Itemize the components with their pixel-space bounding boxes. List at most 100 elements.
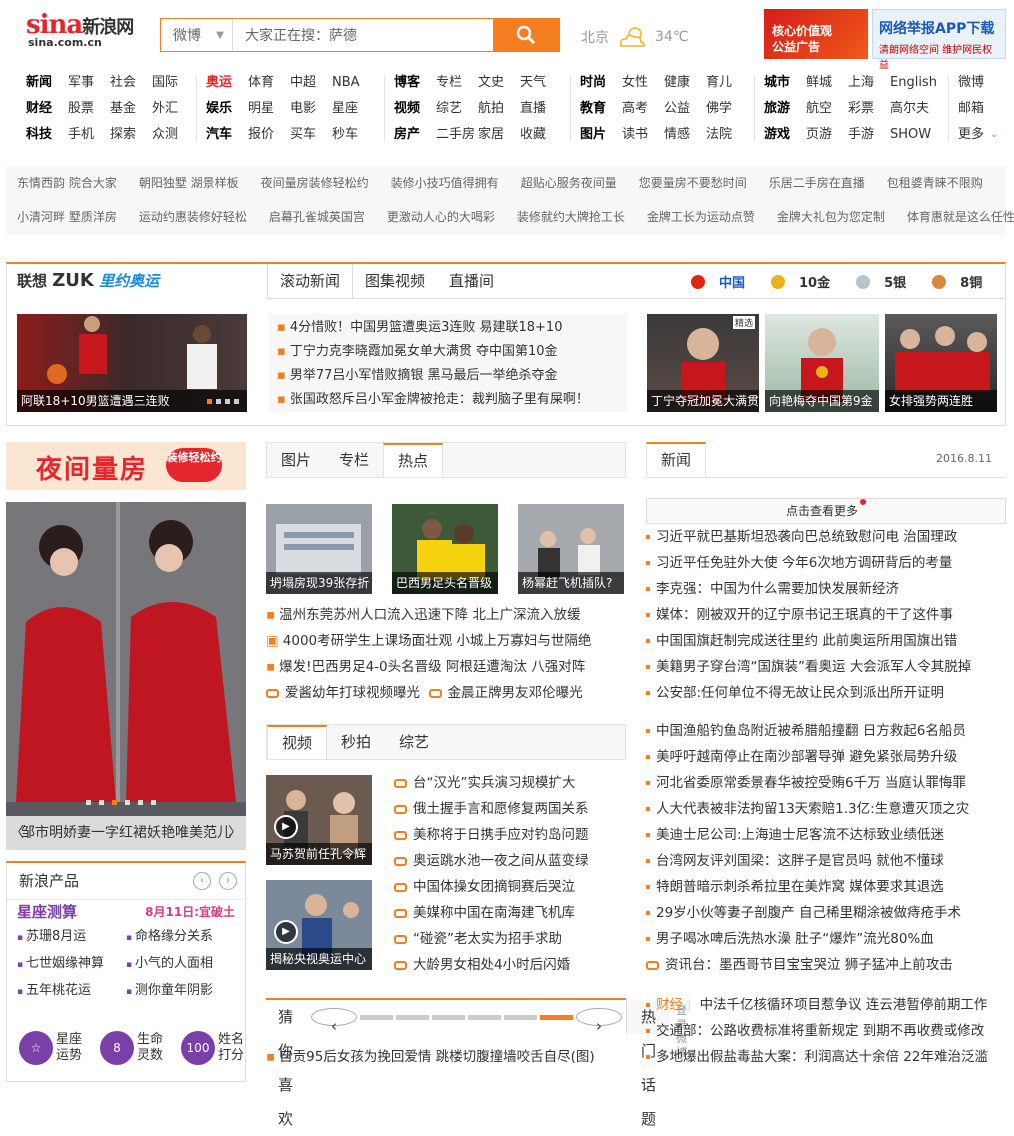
nav-link[interactable]: 天气 [520, 72, 562, 98]
nav-link[interactable]: 城市 [764, 72, 806, 98]
nav-link[interactable]: 外汇 [152, 98, 194, 124]
nav-link[interactable]: 健康 [664, 72, 706, 98]
nav-link[interactable]: 买车 [290, 124, 332, 150]
nav-link[interactable]: 高尔夫 [890, 98, 946, 124]
nav-link[interactable]: 视频 [394, 98, 436, 124]
nav-link[interactable]: 新闻 [26, 72, 68, 98]
tab-news[interactable]: 新闻 [646, 442, 707, 477]
nav-link[interactable]: 手游 [848, 124, 890, 150]
list-item[interactable]: 媒体：刚被双开的辽宁原书记王珉真的干了这件事 [646, 602, 1006, 628]
next-circle-icon[interactable]: › [219, 872, 237, 890]
sina-logo[interactable]: sina新浪网 sina.com.cn [26, 10, 146, 60]
list-item[interactable]: ▪ 自贡95后女孩为挽回爱情 跳楼切腹撞墙咬舌自尽(图) [266, 1044, 626, 1070]
view-more-button[interactable]: 点击查看更多 [646, 498, 1006, 524]
list-item[interactable]: 中国国旗赶制完成送往里约 此前奥运所用国旗出错 [646, 628, 1006, 654]
promo-link[interactable]: 装修就约大牌抢工长 [517, 200, 625, 234]
list-item[interactable]: 交通部：公路收费标准将重新规定 到期不再收费或修改 [646, 1018, 1006, 1044]
list-item[interactable]: ▪ 丁宁力克李晓霞加冕女单大满贯 夺中国第10金 [277, 340, 619, 364]
nav-link[interactable]: 公益 [664, 98, 706, 124]
product-life-number[interactable]: 8 生命灵数 [100, 1031, 167, 1065]
promo-link[interactable]: 更激动人心的大喝彩 [387, 200, 495, 234]
featured-caption[interactable]: 邹市明娇妻一字红裙妖艳唯美范儿 [21, 825, 231, 841]
list-item[interactable]: 男子喝冰啤后洗热水澡 肚子“爆炸”流光80%血 [646, 926, 1006, 952]
promo-link[interactable]: 包租婆青睐不限购 [887, 166, 983, 200]
list-item[interactable]: 资讯台：墨西哥节目宝宝哭泣 狮子猛冲上前攻击 [646, 952, 1006, 978]
finance-tag[interactable]: 财经 [656, 997, 683, 1013]
list-item[interactable]: ▪ 男举77吕小军惜败摘银 黑马最后一举绝杀夺金 [277, 364, 619, 388]
video-thumb-1[interactable]: ▶ 马苏贺前任孔令辉 [266, 775, 372, 865]
promo-link[interactable]: 夜间量房装修轻松约 [261, 166, 369, 200]
tab-hot[interactable]: 热点 [383, 443, 444, 477]
list-item[interactable]: 习近平就巴基斯坦恐袭向巴总统致慰问电 治国理政 [646, 524, 1006, 550]
video-list-item[interactable]: “碰瓷”老太实为招手求助 [394, 926, 626, 952]
nav-link[interactable]: 页游 [806, 124, 848, 150]
nav-link[interactable]: 彩票 [848, 98, 890, 124]
nav-link[interactable]: 航空 [806, 98, 848, 124]
nav-link[interactable]: 文史 [478, 72, 520, 98]
list-item[interactable]: ▪ 爆发!巴西男足4-0头名晋级 阿根廷遭淘汰 八强对阵 [266, 654, 626, 680]
promo-link[interactable]: 体育惠就是这么任性 [907, 200, 1014, 234]
olympic-main-photo[interactable]: 阿联18+10男篮遭遇三连败 [17, 314, 247, 412]
promo-link[interactable]: 金牌工长为运动点赞 [647, 200, 755, 234]
list-item[interactable]: 台湾网友评刘国梁：这胖子是官员吗 就他不懂球 [646, 848, 1006, 874]
search-input[interactable]: 大家正在搜：萨德 [233, 25, 493, 45]
nav-link[interactable]: 二手房 [436, 124, 478, 150]
tab-guess-like[interactable]: 猜你喜欢 [266, 1000, 307, 1128]
list-item[interactable]: 习近平任免驻外大使 今年6次地方调研背后的考量 [646, 550, 1006, 576]
nav-link[interactable]: 上海 [848, 72, 890, 98]
video-thumb-2[interactable]: ▶ 揭秘央视奥运中心 [266, 880, 372, 970]
list-item[interactable]: 美籍男子穿台湾“国旗装”看奥运 大会派军人令其脱掉 [646, 654, 1006, 680]
weather-widget[interactable]: 北京 34℃ [581, 26, 689, 48]
nav-link[interactable]: 邮箱 [958, 98, 1008, 124]
video-list-item[interactable]: 奥运跳水池一夜之间从蓝变绿 [394, 848, 626, 874]
horoscope-link[interactable]: 苏珊8月运 [17, 924, 126, 951]
list-item[interactable]: 中国渔船钓鱼岛附近被希腊船撞翻 日方救起6名船员 [646, 718, 1006, 744]
nav-link[interactable]: 军事 [68, 72, 110, 98]
video-list-item[interactable]: 美称将于日携手应对钓岛问题 [394, 822, 626, 848]
nav-link[interactable]: 股票 [68, 98, 110, 124]
hot-thumb-2[interactable]: 巴西男足头名晋级 [392, 504, 498, 594]
ad-core-values[interactable]: 核心价值观 公益广告 [764, 9, 868, 59]
nav-link[interactable]: 高考 [622, 98, 664, 124]
search-button[interactable] [493, 19, 559, 51]
next-circle-icon[interactable]: › [576, 1008, 623, 1035]
list-item[interactable]: 特朗普暗示刺杀希拉里在美炸窝 媒体要求其退选 [646, 874, 1006, 900]
nav-link[interactable]: 众测 [152, 124, 194, 150]
featured-slider-dots[interactable] [86, 800, 156, 805]
nav-link[interactable]: 科技 [26, 124, 68, 150]
tab-gallery-video[interactable]: 图集视频 [353, 264, 437, 298]
nav-link[interactable]: 女性 [622, 72, 664, 98]
list-item[interactable]: 爱酱幼年打球视频曝光 金晨正牌男友邓伦曝光 [266, 680, 626, 706]
list-item[interactable]: 河北省委原常委景春华被控受贿6千万 当庭认罪悔罪 [646, 770, 1006, 796]
nav-link[interactable]: 家居 [478, 124, 520, 150]
list-item[interactable]: ▣ 4000考研学生上课场面壮观 小城上万寡妇与世隔绝 [266, 628, 626, 654]
promo-link[interactable]: 金牌大礼包为您定制 [777, 200, 885, 234]
slider-dots[interactable] [207, 399, 239, 404]
nav-link[interactable]: 中超 [290, 72, 332, 98]
nav-link[interactable]: 航拍 [478, 98, 520, 124]
video-list-item[interactable]: 中国体操女团摘铜赛后哭泣 [394, 874, 626, 900]
nav-link[interactable]: 时尚 [580, 72, 622, 98]
play-icon[interactable]: ▶ [274, 920, 298, 944]
play-icon[interactable]: ▶ [274, 815, 298, 839]
horoscope-title[interactable]: 星座测算 [17, 900, 77, 924]
nav-link[interactable]: 情感 [664, 124, 706, 150]
nav-link[interactable]: 收藏 [520, 124, 562, 150]
featured-photo[interactable] [6, 502, 246, 850]
list-item[interactable]: 李克强：中国为什么需要加快发展新经济 [646, 576, 1006, 602]
list-item[interactable]: 多地爆出假盐毒盐大案：利润高达十余倍 22年难治泛滥 [646, 1044, 1006, 1070]
video-list-item[interactable]: 台“汉光”实兵演习规模扩大 [394, 770, 626, 796]
hot-thumb-3[interactable]: 杨幂赶飞机插队? [518, 504, 624, 594]
product-name-score[interactable]: 100 姓名打分 [181, 1031, 248, 1065]
olympic-photo-2[interactable]: 向艳梅夺中国第9金 [765, 314, 879, 412]
nav-link[interactable]: 财经 [26, 98, 68, 124]
nav-link[interactable]: 秒车 [332, 124, 374, 150]
nav-link[interactable]: 直播 [520, 98, 562, 124]
list-item[interactable]: 美迪士尼公司:上海迪士尼客流不达标致业绩低迷 [646, 822, 1006, 848]
ad-report-app[interactable]: 网络举报APP下载 清朗网络空间 维护网民权益 [872, 9, 1006, 71]
list-item[interactable]: 人大代表被非法拘留13天索赔1.3亿:生意遭灭顶之灾 [646, 796, 1006, 822]
nav-link[interactable]: English [890, 72, 946, 98]
nav-link[interactable]: 综艺 [436, 98, 478, 124]
promo-link[interactable]: 运动约惠装修好轻松 [139, 200, 247, 234]
horoscope-link[interactable]: 七世姻缘神算 [17, 951, 126, 978]
